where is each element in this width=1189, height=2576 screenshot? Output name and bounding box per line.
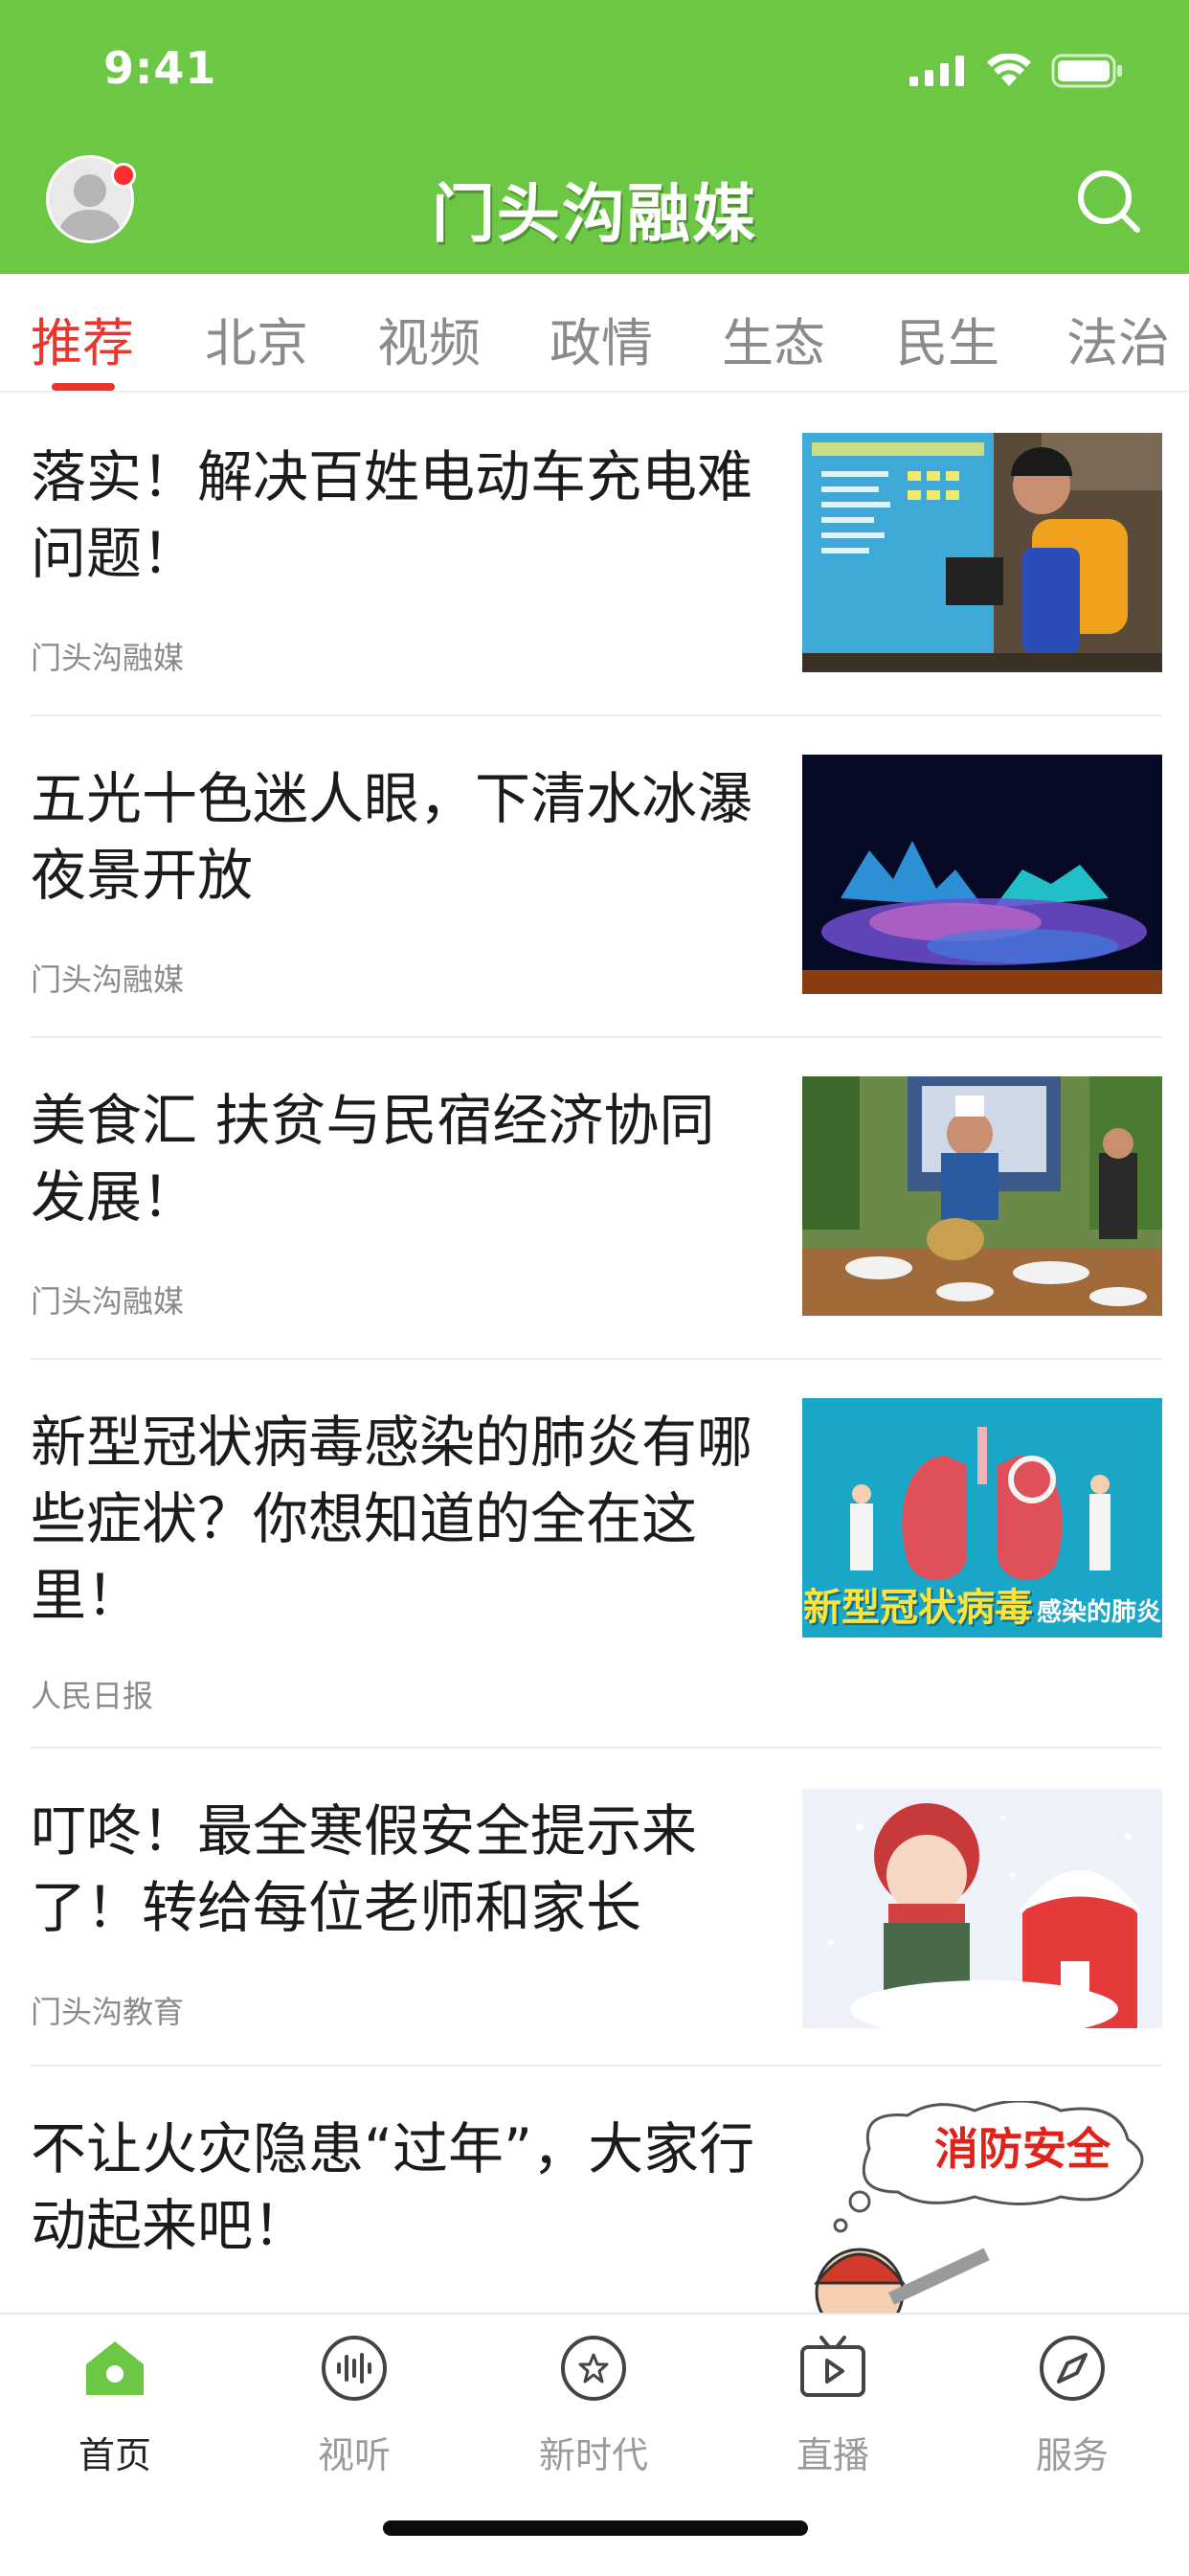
article-thumbnail xyxy=(802,1789,1162,2028)
nav-live[interactable]: 直播 xyxy=(737,2334,929,2477)
article-title: 不让火灾隐患“过年”，大家行动起来吧！ xyxy=(31,2116,755,2258)
article-title: 落实！解决百姓电动车充电难问题！ xyxy=(31,444,753,586)
home-indicator[interactable] xyxy=(383,2520,808,2536)
tab-law[interactable]: 法治 xyxy=(1066,301,1170,376)
news-item[interactable]: 不让火灾隐患“过年”，大家行动起来吧！ 消防安全 xyxy=(0,2067,1189,2313)
status-time: 9:41 xyxy=(103,42,217,94)
news-item[interactable]: 新型冠状病毒感染的肺炎有哪些症状？你想知道的全在这里！ 人民日报 新型冠状病毒 … xyxy=(0,1360,1189,1747)
article-source: 门头沟教育 xyxy=(31,1994,185,2030)
nav-audio-video[interactable]: 视听 xyxy=(258,2334,450,2477)
thumbnail-caption: 消防安全 xyxy=(934,2123,1110,2175)
article-title: 五光十色迷人眼，下清水冰瀑夜景开放 xyxy=(31,766,753,908)
app-header: 门头沟融媒 xyxy=(0,144,1189,274)
star-badge-icon xyxy=(561,2336,626,2401)
article-thumbnail: 消防安全 xyxy=(802,2101,1162,2313)
wifi-icon xyxy=(987,54,1031,86)
article-title: 新型冠状病毒感染的肺炎有哪些症状？你想知道的全在这里！ xyxy=(31,1410,753,1628)
nav-new-era-label: 新时代 xyxy=(538,2434,648,2476)
article-source: 人民日报 xyxy=(31,1678,154,1714)
nav-home-label: 首页 xyxy=(78,2434,151,2476)
tab-livelihood[interactable]: 民生 xyxy=(896,301,999,376)
status-bar: 9:41 xyxy=(0,0,1189,144)
article-thumbnail xyxy=(802,1076,1162,1316)
tab-recommend[interactable]: 推荐 xyxy=(31,301,134,376)
app-title: 门头沟融媒 xyxy=(432,177,757,251)
nav-new-era[interactable]: 新时代 xyxy=(498,2334,689,2477)
nav-services-label: 服务 xyxy=(1035,2434,1109,2476)
battery-icon xyxy=(1051,54,1122,88)
news-feed: 落实！解决百姓电动车充电难问题！ 门头沟融媒 五光十色迷人眼，下清水冰瀑夜景开放… xyxy=(0,393,1189,2313)
nav-services[interactable]: 服务 xyxy=(976,2334,1168,2477)
charging-station-photo xyxy=(802,433,1162,672)
news-item[interactable]: 叮咚！最全寒假安全提示来了！转给每位老师和家长 门头沟教育 xyxy=(0,1749,1189,2065)
live-video-icon xyxy=(800,2336,865,2397)
active-tab-indicator xyxy=(52,383,115,391)
tab-video[interactable]: 视频 xyxy=(377,301,481,376)
article-source: 门头沟融媒 xyxy=(31,1283,185,1320)
news-item[interactable]: 落实！解决百姓电动车充电难问题！ 门头沟融媒 xyxy=(0,393,1189,714)
hotpot-feast-photo xyxy=(802,1076,1162,1316)
thumbnail-caption: 感染的肺炎 xyxy=(1036,1598,1161,1627)
nav-live-label: 直播 xyxy=(796,2434,869,2476)
nav-audio-video-label: 视听 xyxy=(317,2434,391,2476)
thumbnail-caption-strong: 新型冠状病毒 xyxy=(802,1586,1033,1630)
news-item[interactable]: 美食汇 扶贫与民宿经济协同发展！ 门头沟融媒 xyxy=(0,1038,1189,1360)
audio-wave-icon xyxy=(322,2336,387,2401)
home-icon xyxy=(86,2341,144,2395)
article-title: 叮咚！最全寒假安全提示来了！转给每位老师和家长 xyxy=(31,1798,698,1940)
category-tabs: 推荐 北京 视频 政情 生态 民生 法治 xyxy=(0,274,1189,393)
tab-politics[interactable]: 政情 xyxy=(550,301,653,376)
tab-ecology[interactable]: 生态 xyxy=(722,301,825,376)
status-icons xyxy=(909,54,1124,88)
article-thumbnail xyxy=(802,433,1162,672)
article-thumbnail xyxy=(802,755,1162,994)
ice-waterfall-night-photo xyxy=(802,755,1162,994)
tab-beijing[interactable]: 北京 xyxy=(205,301,308,376)
article-thumbnail: 新型冠状病毒 感染的肺炎 xyxy=(802,1398,1162,1638)
compass-icon xyxy=(1040,2336,1105,2401)
article-source: 门头沟融媒 xyxy=(31,961,185,998)
news-item[interactable]: 五光十色迷人眼，下清水冰瀑夜景开放 门头沟融媒 xyxy=(0,716,1189,1038)
article-title: 美食汇 扶贫与民宿经济协同发展！ xyxy=(31,1088,715,1230)
nav-home[interactable]: 首页 xyxy=(19,2334,211,2477)
search-icon[interactable] xyxy=(1070,163,1147,239)
article-source: 门头沟融媒 xyxy=(31,640,185,676)
bottom-tab-bar: 首页 视听 新时代 直播 服务 xyxy=(0,2313,1189,2576)
signal-icon xyxy=(909,56,964,86)
winter-safety-illustration xyxy=(802,1789,1162,2028)
